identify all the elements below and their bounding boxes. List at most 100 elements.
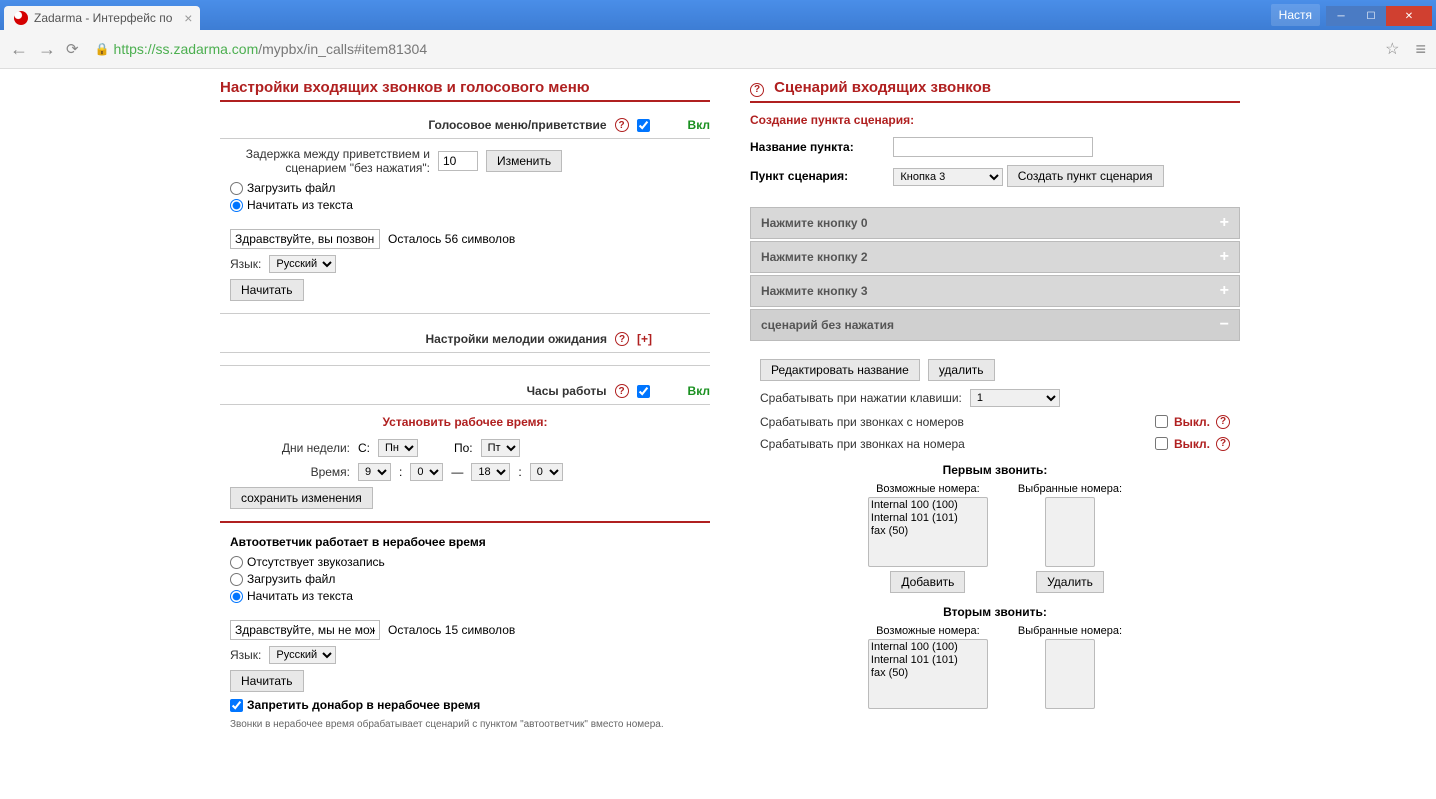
call-first-title: Первым звонить: [760, 463, 1230, 477]
window-minimize-button[interactable]: ─ [1326, 6, 1356, 26]
time-label: Время: [230, 465, 350, 479]
to-day-label: По: [454, 441, 473, 455]
trigger-to-status: Выкл. [1174, 437, 1210, 451]
left-column: Настройки входящих звонков и голосового … [220, 79, 710, 779]
ans-upload-label: Загрузить файл [247, 572, 335, 586]
selected-label-1: Выбранные номера: [1018, 483, 1122, 495]
ans-lang-select[interactable]: Русский [269, 646, 336, 664]
hold-music-header: Настройки мелодии ожидания ? [+] [220, 326, 710, 353]
lang-label: Язык: [230, 257, 261, 271]
no-record-label: Отсутствует звукозапись [247, 555, 385, 569]
browser-tab[interactable]: Zadarma - Интерфейс по × [4, 6, 200, 30]
browser-user-badge[interactable]: Настя [1271, 4, 1320, 26]
accordion-btn0[interactable]: Нажмите кнопку 0+ [750, 207, 1240, 239]
tab-close-icon[interactable]: × [184, 10, 192, 26]
work-hours-header: Часы работы ? Вкл [220, 378, 710, 405]
trigger-key-select[interactable]: 1 [970, 389, 1060, 407]
work-hours-toggle[interactable] [637, 385, 650, 398]
day-from-select[interactable]: Пн [378, 439, 418, 457]
ans-text-radio[interactable] [230, 590, 243, 603]
day-to-select[interactable]: Пт [481, 439, 520, 457]
help-icon[interactable]: ? [750, 83, 764, 97]
plus-icon: + [1220, 214, 1229, 232]
trigger-from-checkbox[interactable] [1155, 415, 1168, 428]
delete-button[interactable]: удалить [928, 359, 995, 381]
chars-left: Осталось 56 символов [388, 232, 515, 246]
upload-file-label: Загрузить файл [247, 181, 335, 195]
voice-menu-header: Голосовое меню/приветствие ? Вкл [220, 112, 710, 139]
greeting-text-input[interactable] [230, 229, 380, 249]
window-maximize-button[interactable]: ☐ [1356, 6, 1386, 26]
scenario-point-select[interactable]: Кнопка 3 [893, 168, 1003, 186]
right-title: ? Сценарий входящих звонков [750, 79, 1240, 103]
delay-change-button[interactable]: Изменить [486, 150, 562, 172]
nav-back-icon[interactable]: ← [10, 39, 28, 60]
from-text-radio[interactable] [230, 199, 243, 212]
ans-lang-label: Язык: [230, 648, 261, 662]
answering-note: Звонки в нерабочее время обрабатывает сц… [220, 718, 710, 732]
url-bar[interactable]: 🔒 https://ss.zadarma.com/mypbx/in_calls#… [89, 36, 1406, 62]
forbid-dial-label: Запретить донабор в нерабочее время [247, 698, 480, 712]
favicon-icon [14, 11, 28, 25]
bookmark-star-icon[interactable]: ☆ [1385, 39, 1399, 59]
lang-select[interactable]: Русский [269, 255, 336, 273]
answering-title: Автоответчик работает в нерабочее время [230, 535, 710, 549]
help-icon[interactable]: ? [615, 384, 629, 398]
lock-icon: 🔒 [95, 42, 110, 56]
from-text-label: Начитать из текста [247, 198, 353, 212]
help-icon[interactable]: ? [615, 118, 629, 132]
add-button-1[interactable]: Добавить [890, 571, 965, 593]
plus-icon: + [1220, 282, 1229, 300]
remove-button-1[interactable]: Удалить [1036, 571, 1104, 593]
possible-label-2: Возможные номера: [868, 625, 988, 637]
left-title: Настройки входящих звонков и голосового … [220, 79, 710, 102]
from-day-label: С: [358, 441, 370, 455]
page-content: Настройки входящих звонков и голосового … [0, 69, 1436, 799]
expand-icon[interactable]: [+] [637, 332, 652, 346]
window-controls: ─ ☐ ✕ [1326, 6, 1432, 26]
selected-numbers-2[interactable] [1045, 639, 1095, 709]
point-name-input[interactable] [893, 137, 1093, 157]
help-icon[interactable]: ? [1216, 437, 1230, 451]
trigger-from-status: Выкл. [1174, 415, 1210, 429]
ans-speak-button[interactable]: Начитать [230, 670, 304, 692]
voice-menu-toggle[interactable] [637, 119, 650, 132]
ans-upload-radio[interactable] [230, 573, 243, 586]
save-hours-button[interactable]: сохранить изменения [230, 487, 373, 509]
ans-greeting-input[interactable] [230, 620, 380, 640]
voice-menu-status: Вкл [688, 118, 710, 132]
accordion-no-press[interactable]: сценарий без нажатия− [750, 309, 1240, 341]
possible-numbers-1[interactable]: Internal 100 (100) Internal 101 (101) fa… [868, 497, 988, 567]
delay-input[interactable] [438, 151, 478, 171]
plus-icon: + [1220, 248, 1229, 266]
hour-to-select[interactable]: 18 [471, 463, 510, 481]
no-record-radio[interactable] [230, 556, 243, 569]
help-icon[interactable]: ? [615, 332, 629, 346]
forbid-dial-checkbox[interactable] [230, 699, 243, 712]
hour-from-select[interactable]: 9 [358, 463, 391, 481]
right-column: ? Сценарий входящих звонков Создание пун… [750, 79, 1240, 779]
possible-numbers-2[interactable]: Internal 100 (100) Internal 101 (101) fa… [868, 639, 988, 709]
trigger-to-checkbox[interactable] [1155, 437, 1168, 450]
upload-file-radio[interactable] [230, 182, 243, 195]
scenario-point-label: Пункт сценария: [750, 169, 890, 183]
min-to-select[interactable]: 0 [530, 463, 563, 481]
possible-label-1: Возможные номера: [868, 483, 988, 495]
browser-menu-icon[interactable]: ≡ [1415, 39, 1426, 60]
selected-label-2: Выбранные номера: [1018, 625, 1122, 637]
min-from-select[interactable]: 0 [410, 463, 443, 481]
reload-icon[interactable]: ⟳ [66, 40, 79, 58]
browser-tab-bar: Zadarma - Интерфейс по × Настя ─ ☐ ✕ [0, 0, 1436, 30]
point-name-label: Название пункта: [750, 140, 890, 154]
create-point-button[interactable]: Создать пункт сценария [1007, 165, 1164, 187]
window-close-button[interactable]: ✕ [1386, 6, 1432, 26]
help-icon[interactable]: ? [1216, 415, 1230, 429]
speak-button[interactable]: Начитать [230, 279, 304, 301]
edit-name-button[interactable]: Редактировать название [760, 359, 920, 381]
accordion-btn3[interactable]: Нажмите кнопку 3+ [750, 275, 1240, 307]
tab-title: Zadarma - Интерфейс по [34, 11, 172, 25]
accordion-btn2[interactable]: Нажмите кнопку 2+ [750, 241, 1240, 273]
ans-text-label: Начитать из текста [247, 589, 353, 603]
nav-forward-icon[interactable]: → [38, 39, 56, 60]
selected-numbers-1[interactable] [1045, 497, 1095, 567]
